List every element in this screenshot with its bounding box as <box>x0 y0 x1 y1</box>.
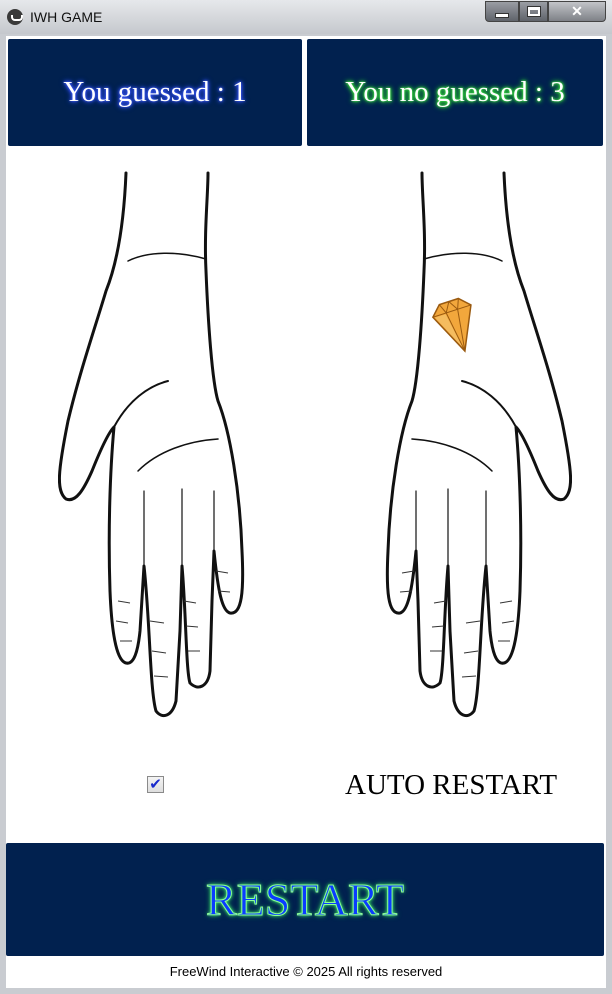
footer-copyright: FreeWind Interactive © 2025 All rights r… <box>169 964 443 979</box>
app-window: IWH GAME ✕ You guessed : 1 You no guesse… <box>0 0 612 994</box>
minimize-icon <box>496 14 508 17</box>
app-icon <box>7 9 23 25</box>
restart-button[interactable]: RESTART <box>6 843 604 956</box>
not-guessed-score-panel: You no guessed : 3 <box>307 39 603 146</box>
auto-restart-checkbox[interactable]: ✔ <box>147 776 164 793</box>
title-bar[interactable]: IWH GAME ✕ <box>0 0 612 34</box>
window-title: IWH GAME <box>30 9 103 25</box>
guessed-score: You guessed : 1 <box>63 76 247 108</box>
close-icon: ✕ <box>571 3 583 19</box>
restart-button-label: RESTART <box>205 874 404 926</box>
checkmark-icon: ✔ <box>149 775 162 793</box>
minimize-button[interactable] <box>485 1 519 22</box>
guessed-score-panel: You guessed : 1 <box>8 39 302 146</box>
left-hand[interactable] <box>58 171 258 721</box>
game-area: You guessed : 1 You no guessed : 3 ✔ AUT… <box>6 36 606 988</box>
not-guessed-score: You no guessed : 3 <box>345 76 565 108</box>
maximize-icon <box>527 7 540 16</box>
right-hand[interactable] <box>372 171 572 721</box>
window-controls: ✕ <box>485 1 606 23</box>
auto-restart-label: AUTO RESTART <box>345 769 558 801</box>
close-button[interactable]: ✕ <box>548 1 606 22</box>
maximize-button[interactable] <box>519 1 548 22</box>
